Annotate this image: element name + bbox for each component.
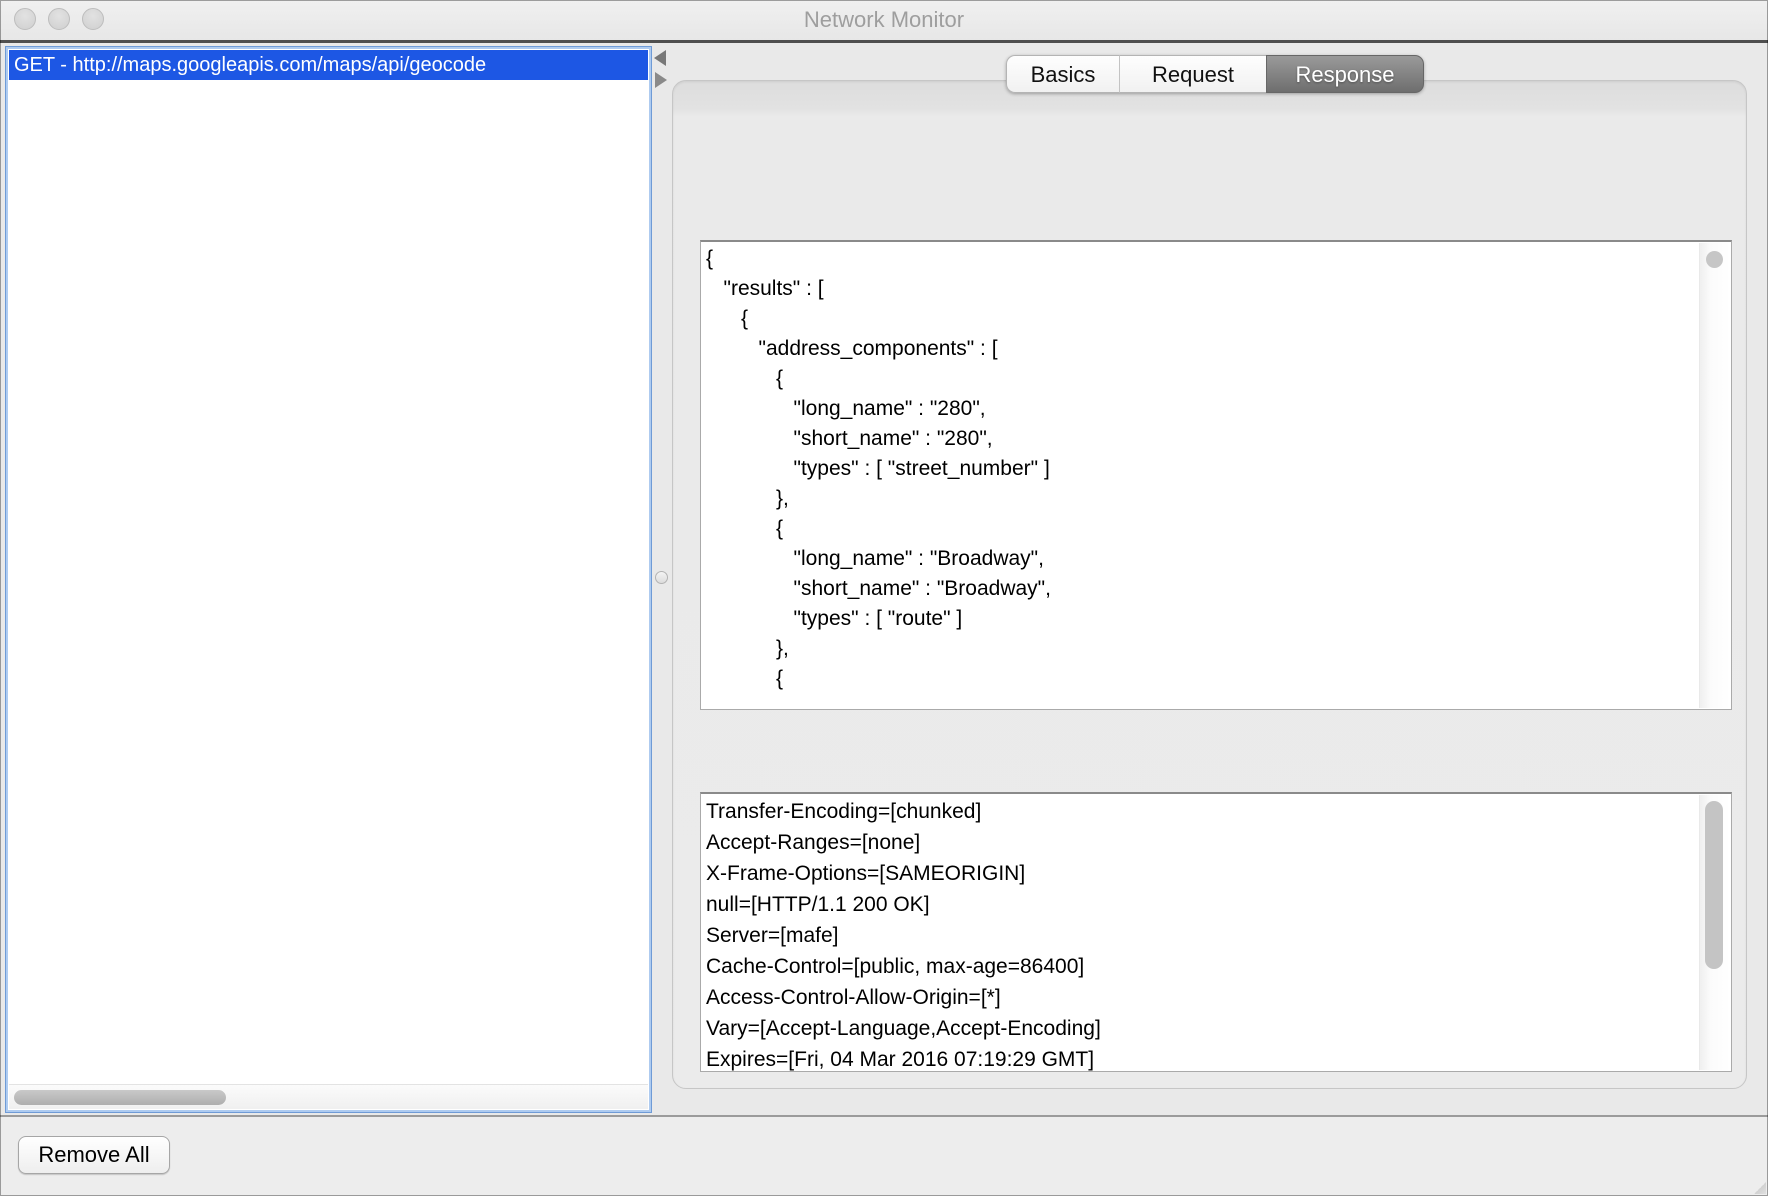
request-list[interactable]: GET - http://maps.googleapis.com/maps/ap… bbox=[5, 46, 652, 1113]
tab-basics[interactable]: Basics bbox=[1006, 55, 1120, 93]
horizontal-scrollbar[interactable] bbox=[9, 1084, 648, 1109]
titlebar[interactable]: Network Monitor bbox=[0, 0, 1768, 40]
tab-response[interactable]: Response bbox=[1266, 55, 1424, 93]
response-headers-text[interactable]: Transfer-Encoding=[chunked] Accept-Range… bbox=[706, 796, 1697, 1071]
main-content: GET - http://maps.googleapis.com/maps/ap… bbox=[0, 43, 1768, 1117]
footer-bar: Remove All bbox=[0, 1117, 1768, 1196]
response-headers-box[interactable]: Transfer-Encoding=[chunked] Accept-Range… bbox=[700, 792, 1732, 1072]
resize-grip-icon[interactable] bbox=[1754, 1182, 1766, 1194]
detail-tabs: Basics Request Response bbox=[1006, 55, 1424, 93]
response-body-scrollbar-thumb[interactable] bbox=[1706, 251, 1723, 268]
request-list-item-selected[interactable]: GET - http://maps.googleapis.com/maps/ap… bbox=[9, 50, 648, 80]
split-pane-divider[interactable] bbox=[652, 43, 672, 1115]
response-body-text[interactable]: { "results" : [ { "address_components" :… bbox=[706, 244, 1697, 709]
response-body-scrollbar[interactable] bbox=[1699, 243, 1730, 708]
collapse-left-arrow-icon[interactable] bbox=[654, 50, 666, 66]
remove-all-button[interactable]: Remove All bbox=[18, 1136, 170, 1174]
response-headers-scrollbar[interactable] bbox=[1699, 795, 1730, 1070]
horizontal-scrollbar-thumb[interactable] bbox=[14, 1090, 226, 1105]
response-body-box[interactable]: { "results" : [ { "address_components" :… bbox=[700, 240, 1732, 710]
collapse-right-arrow-icon[interactable] bbox=[655, 72, 667, 88]
tab-request[interactable]: Request bbox=[1120, 55, 1266, 93]
window-title: Network Monitor bbox=[0, 0, 1768, 40]
response-headers-scrollbar-thumb[interactable] bbox=[1705, 801, 1723, 969]
divider-grip-icon[interactable] bbox=[655, 571, 668, 584]
